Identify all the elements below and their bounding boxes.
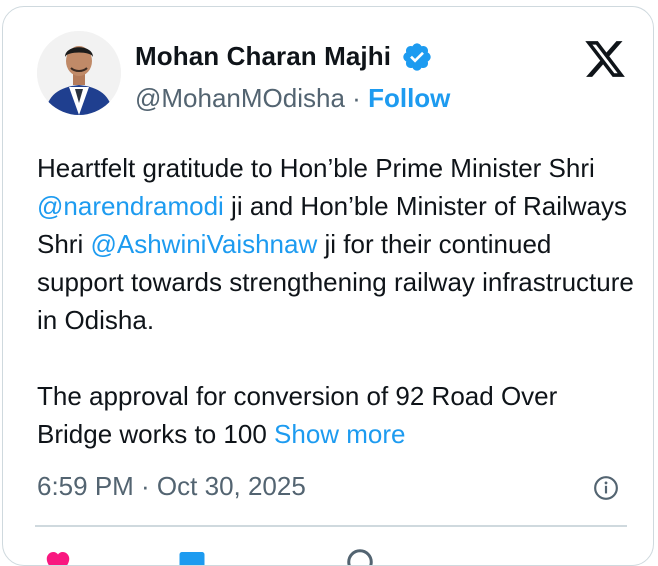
separator-dot: · xyxy=(352,83,361,113)
tweet-paragraph-1: Heartfelt gratitude to Hon’ble Prime Min… xyxy=(37,149,637,339)
info-icon[interactable] xyxy=(593,475,619,501)
x-logo-icon[interactable] xyxy=(583,37,627,81)
tweet-card[interactable]: Mohan Charan Majhi @MohanMOdisha · Follo… xyxy=(2,6,654,566)
avatar-image xyxy=(37,31,121,115)
tweet-paragraph-2: The approval for conversion of 92 Road O… xyxy=(37,377,637,453)
author-handle[interactable]: @MohanMOdisha xyxy=(135,83,345,113)
divider xyxy=(35,525,627,527)
action-bar xyxy=(35,547,635,566)
mention-link-narendramodi[interactable]: @narendramodi xyxy=(37,191,224,221)
tweet-text: Heartfelt gratitude to Hon’ble Prime Min… xyxy=(37,149,637,453)
author-name[interactable]: Mohan Charan Majhi xyxy=(135,41,391,72)
tweet-text-segment: Heartfelt gratitude to Hon’ble Prime Min… xyxy=(37,153,595,183)
follow-button[interactable]: Follow xyxy=(368,83,450,113)
show-more-link[interactable]: Show more xyxy=(274,419,406,449)
handle-row: @MohanMOdisha · Follow xyxy=(135,83,450,114)
mention-link-ashwinivaishnaw[interactable]: @AshwiniVaishnaw xyxy=(90,229,317,259)
avatar[interactable] xyxy=(37,31,121,115)
reply-icon[interactable] xyxy=(175,547,209,566)
heart-icon[interactable] xyxy=(41,547,75,566)
link-icon[interactable] xyxy=(345,547,375,566)
tweet-timestamp[interactable]: 6:59 PM · Oct 30, 2025 xyxy=(37,471,306,502)
verified-badge-icon xyxy=(403,43,431,71)
